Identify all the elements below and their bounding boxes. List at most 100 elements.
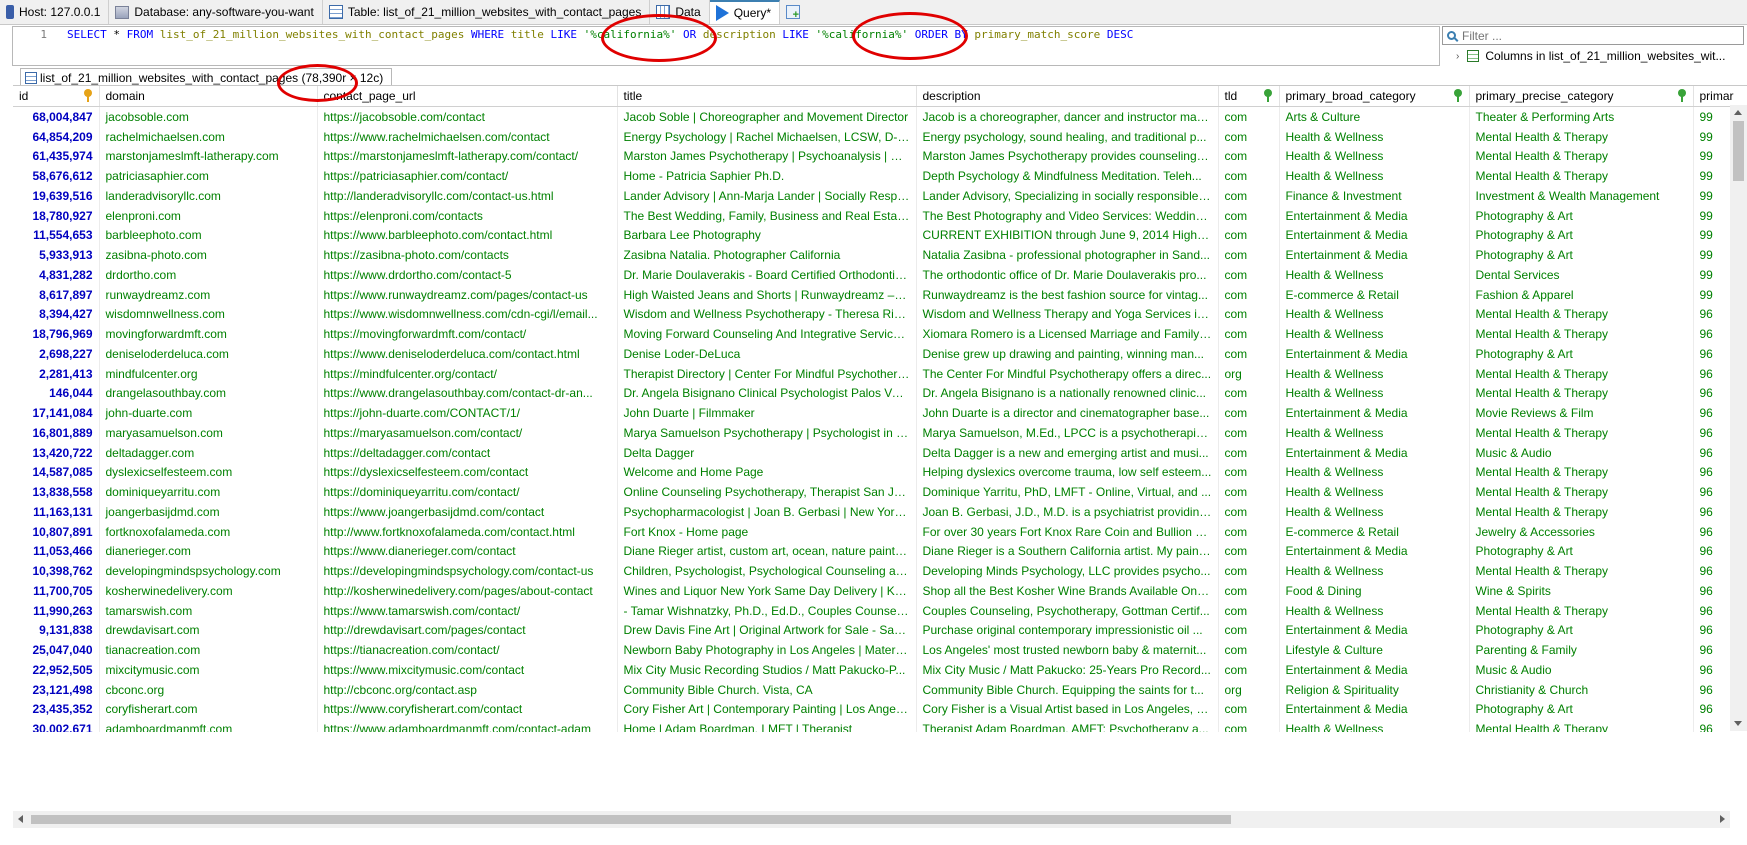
cell-id[interactable]: 68,004,847 xyxy=(13,106,100,127)
cell-description[interactable]: Helping dyslexics overcome trauma, low s… xyxy=(916,462,1219,483)
tab-0[interactable]: Host: 127.0.0.1 xyxy=(0,0,110,24)
cell-contact_page_url[interactable]: http://drewdavisart.com/pages/contact xyxy=(317,620,618,641)
table-row[interactable]: 58,676,612 patriciasaphier.com https://pat… xyxy=(13,166,1747,186)
cell-title[interactable]: Denise Loder-DeLuca xyxy=(617,344,917,364)
cell-domain[interactable]: jacobsoble.com xyxy=(99,106,318,127)
cell-tld[interactable]: com xyxy=(1218,146,1280,167)
cell-title[interactable]: Dr. Marie Doulaverakis - Board Certified… xyxy=(617,265,917,285)
cell-contact_page_url[interactable]: https://www.drdortho.com/contact-5 xyxy=(317,265,618,285)
cell-tld[interactable]: com xyxy=(1218,344,1280,364)
column-header-primary_precise_category[interactable]: primary_precise_category xyxy=(1469,86,1694,107)
cell-contact_page_url[interactable]: https://marstonjameslmft-latherapy.com/c… xyxy=(317,146,618,167)
cell-primary_broad_category[interactable]: Religion & Spirituality xyxy=(1279,679,1470,700)
cell-contact_page_url[interactable]: https://www.rachelmichaelsen.com/contact xyxy=(317,126,618,147)
cell-tld[interactable]: com xyxy=(1218,561,1280,581)
cell-contact_page_url[interactable]: http://landeradvisoryllc.com/contact-us.… xyxy=(317,186,618,206)
cell-description[interactable]: Xiomara Romero is a Licensed Marriage an… xyxy=(916,324,1219,344)
cell-contact_page_url[interactable]: https://www.dianerieger.com/contact xyxy=(317,541,618,562)
cell-id[interactable]: 13,420,722 xyxy=(13,442,100,463)
cell-domain[interactable]: fortknoxofalameda.com xyxy=(99,521,318,542)
cell-primary_precise_category[interactable]: Photography & Art xyxy=(1469,205,1694,226)
result-tab[interactable]: list_of_21_million_websites_with_contact… xyxy=(20,68,393,86)
cell-primary_precise_category[interactable]: Music & Audio xyxy=(1469,660,1694,680)
cell-primary_broad_category[interactable]: Entertainment & Media xyxy=(1279,344,1470,364)
cell-contact_page_url[interactable]: http://kosherwinedelivery.com/pages/abou… xyxy=(317,581,618,601)
cell-tld[interactable]: com xyxy=(1218,482,1280,502)
cell-primary_broad_category[interactable]: Entertainment & Media xyxy=(1279,699,1470,720)
cell-tld[interactable]: com xyxy=(1218,205,1280,226)
cell-id[interactable]: 8,617,897 xyxy=(13,284,100,305)
cell-id[interactable]: 2,281,413 xyxy=(13,363,100,384)
cell-primary_broad_category[interactable]: Health & Wellness xyxy=(1279,502,1470,522)
table-row[interactable]: 22,952,505 mixcitymusic.com https://www.mi… xyxy=(13,660,1747,680)
vertical-scrollbar[interactable] xyxy=(1730,105,1747,731)
cell-domain[interactable]: mixcitymusic.com xyxy=(99,660,318,680)
cell-primary_precise_category[interactable]: Wine & Spirits xyxy=(1469,581,1694,601)
cell-description[interactable]: Natalia Zasibna - professional photograp… xyxy=(916,245,1219,265)
scroll-up-arrow-icon[interactable] xyxy=(1734,110,1742,115)
cell-description[interactable]: For over 30 years Fort Knox Rare Coin an… xyxy=(916,521,1219,542)
cell-contact_page_url[interactable]: https://john-duarte.com/CONTACT/1/ xyxy=(317,403,618,423)
cell-description[interactable]: The orthodontic office of Dr. Marie Doul… xyxy=(916,265,1219,285)
cell-id[interactable]: 5,933,913 xyxy=(13,245,100,265)
cell-title[interactable]: Barbara Lee Photography xyxy=(617,225,917,246)
cell-tld[interactable]: com xyxy=(1218,600,1280,621)
cell-description[interactable]: Wisdom and Wellness Therapy and Yoga Ser… xyxy=(916,304,1219,325)
tab-2[interactable]: Table: list_of_21_million_websites_with_… xyxy=(323,0,651,24)
table-row[interactable]: 18,780,927 elenproni.com https://elenproni… xyxy=(13,205,1747,226)
cell-id[interactable]: 10,398,762 xyxy=(13,561,100,581)
cell-id[interactable]: 4,831,282 xyxy=(13,265,100,285)
cell-domain[interactable]: tianacreation.com xyxy=(99,640,318,660)
cell-tld[interactable]: com xyxy=(1218,284,1280,305)
cell-domain[interactable]: deltadagger.com xyxy=(99,442,318,463)
cell-title[interactable]: Welcome and Home Page xyxy=(617,462,917,483)
cell-title[interactable]: Therapist Directory | Center For Mindful… xyxy=(617,363,917,384)
cell-domain[interactable]: patriciasaphier.com xyxy=(99,166,318,186)
cell-title[interactable]: Lander Advisory | Ann-Marja Lander | Soc… xyxy=(617,186,917,206)
cell-title[interactable]: Wines and Liquor New York Same Day Deliv… xyxy=(617,581,917,601)
cell-tld[interactable]: com xyxy=(1218,166,1280,186)
cell-tld[interactable]: com xyxy=(1218,620,1280,641)
cell-primary_broad_category[interactable]: Health & Wellness xyxy=(1279,166,1470,186)
cell-contact_page_url[interactable]: https://zasibna-photo.com/contacts xyxy=(317,245,618,265)
cell-domain[interactable]: coryfisherart.com xyxy=(99,699,318,720)
cell-contact_page_url[interactable]: https://www.deniseloderdeluca.com/contac… xyxy=(317,344,618,364)
cell-id[interactable]: 11,990,263 xyxy=(13,600,100,621)
cell-primary_broad_category[interactable]: Health & Wellness xyxy=(1279,383,1470,404)
cell-title[interactable]: Online Counseling Psychotherapy, Therapi… xyxy=(617,482,917,502)
cell-domain[interactable]: dianerieger.com xyxy=(99,541,318,562)
cell-contact_page_url[interactable]: https://www.runwaydreamz.com/pages/conta… xyxy=(317,284,618,305)
cell-domain[interactable]: movingforwardmft.com xyxy=(99,324,318,344)
cell-primary_broad_category[interactable]: Entertainment & Media xyxy=(1279,225,1470,246)
cell-title[interactable]: Delta Dagger xyxy=(617,442,917,463)
table-row[interactable]: 11,700,705 kosherwinedelivery.com http://k… xyxy=(13,581,1747,601)
cell-title[interactable]: Community Bible Church. Vista, CA xyxy=(617,679,917,700)
cell-domain[interactable]: elenproni.com xyxy=(99,205,318,226)
table-row[interactable]: 11,053,466 dianerieger.com https://www.dia… xyxy=(13,541,1747,562)
table-row[interactable]: 9,131,838 drewdavisart.com http://drewdavi… xyxy=(13,620,1747,641)
cell-description[interactable]: Marya Samuelson, M.Ed., LPCC is a psycho… xyxy=(916,423,1219,443)
cell-description[interactable]: Joan B. Gerbasi, J.D., M.D. is a psychia… xyxy=(916,502,1219,522)
cell-id[interactable]: 14,587,085 xyxy=(13,462,100,483)
cell-tld[interactable]: com xyxy=(1218,521,1280,542)
cell-title[interactable]: Drew Davis Fine Art | Original Artwork f… xyxy=(617,620,917,641)
cell-id[interactable]: 13,838,558 xyxy=(13,482,100,502)
cell-primary_precise_category[interactable]: Jewelry & Accessories xyxy=(1469,521,1694,542)
cell-primary_broad_category[interactable]: Health & Wellness xyxy=(1279,462,1470,483)
cell-contact_page_url[interactable]: https://deltadagger.com/contact xyxy=(317,442,618,463)
cell-primary_broad_category[interactable]: Health & Wellness xyxy=(1279,324,1470,344)
cell-tld[interactable]: com xyxy=(1218,719,1280,732)
cell-contact_page_url[interactable]: https://mindfulcenter.org/contact/ xyxy=(317,363,618,384)
cell-domain[interactable]: runwaydreamz.com xyxy=(99,284,318,305)
cell-id[interactable]: 58,676,612 xyxy=(13,166,100,186)
cell-description[interactable]: Diane Rieger is a Southern California ar… xyxy=(916,541,1219,562)
cell-id[interactable]: 10,807,891 xyxy=(13,521,100,542)
tab-3[interactable]: Data xyxy=(650,0,710,24)
cell-primary_broad_category[interactable]: Health & Wellness xyxy=(1279,423,1470,443)
cell-primary_precise_category[interactable]: Mental Health & Therapy xyxy=(1469,502,1694,522)
cell-contact_page_url[interactable]: https://tianacreation.com/contact/ xyxy=(317,640,618,660)
cell-primary_precise_category[interactable]: Photography & Art xyxy=(1469,699,1694,720)
cell-primary_precise_category[interactable]: Investment & Wealth Management xyxy=(1469,186,1694,206)
cell-primary_precise_category[interactable]: Photography & Art xyxy=(1469,620,1694,641)
cell-description[interactable]: Developing Minds Psychology, LLC provide… xyxy=(916,561,1219,581)
